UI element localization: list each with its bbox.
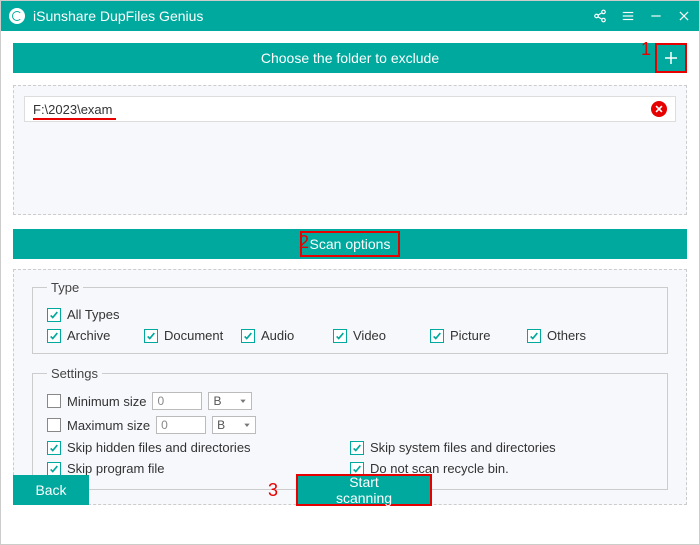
checkbox-others[interactable]: Others bbox=[527, 328, 624, 343]
annotation-3: 3 bbox=[268, 480, 278, 501]
checkbox-skip-program[interactable] bbox=[47, 462, 61, 476]
checkbox-video[interactable]: Video bbox=[333, 328, 430, 343]
folder-row: F:\2023\exam bbox=[24, 96, 676, 122]
bottom-bar: Back 3 Start scanning bbox=[13, 475, 687, 505]
close-icon[interactable] bbox=[677, 9, 691, 23]
checkbox-label: Document bbox=[164, 328, 223, 343]
checkbox-skip-system[interactable] bbox=[350, 441, 364, 455]
max-size-unit-select[interactable]: B bbox=[212, 416, 256, 434]
checkbox-label: Video bbox=[353, 328, 386, 343]
remove-folder-button[interactable] bbox=[651, 101, 667, 117]
start-scanning-button[interactable]: Start scanning bbox=[296, 474, 432, 506]
options-panel: Type All Types Archive Document bbox=[13, 269, 687, 505]
checkbox-audio[interactable]: Audio bbox=[241, 328, 333, 343]
checkbox-picture[interactable]: Picture bbox=[430, 328, 527, 343]
max-size-input[interactable] bbox=[156, 416, 206, 434]
type-fieldset: Type All Types Archive Document bbox=[32, 280, 668, 354]
checkbox-min-size[interactable] bbox=[47, 394, 61, 408]
checkbox-archive[interactable]: Archive bbox=[47, 328, 144, 343]
folder-exclude-list: F:\2023\exam bbox=[13, 85, 687, 215]
scan-options-bar: 2 Scan options bbox=[13, 229, 687, 259]
min-size-unit-select[interactable]: B bbox=[208, 392, 252, 410]
menu-icon[interactable] bbox=[621, 9, 635, 23]
checkbox-label: Picture bbox=[450, 328, 490, 343]
min-size-label: Minimum size bbox=[67, 394, 146, 409]
annotation-1: 1 bbox=[641, 39, 651, 60]
checkbox-label: Archive bbox=[67, 328, 110, 343]
app-title: iSunshare DupFiles Genius bbox=[33, 8, 203, 24]
folder-path: F:\2023\exam bbox=[33, 102, 113, 117]
checkbox-skip-hidden[interactable] bbox=[47, 441, 61, 455]
header-bar: Choose the folder to exclude 1 bbox=[13, 43, 687, 73]
scan-options-label: Scan options bbox=[300, 231, 401, 257]
add-folder-button[interactable] bbox=[655, 43, 687, 73]
settings-legend: Settings bbox=[47, 366, 102, 381]
checkbox-all-types[interactable]: All Types bbox=[47, 307, 144, 322]
annotation-2: 2 bbox=[299, 232, 309, 253]
share-icon[interactable] bbox=[593, 9, 607, 23]
minimize-icon[interactable] bbox=[649, 9, 663, 23]
settings-fieldset: Settings Minimum size B Maximum size B bbox=[32, 366, 668, 490]
checkbox-label: Others bbox=[547, 328, 586, 343]
skip-system-label: Skip system files and directories bbox=[370, 440, 556, 455]
max-size-label: Maximum size bbox=[67, 418, 150, 433]
skip-hidden-label: Skip hidden files and directories bbox=[67, 440, 251, 455]
title-bar: iSunshare DupFiles Genius bbox=[1, 1, 699, 31]
min-size-input[interactable] bbox=[152, 392, 202, 410]
header-text: Choose the folder to exclude bbox=[261, 50, 439, 66]
checkbox-label: Audio bbox=[261, 328, 294, 343]
checkbox-document[interactable]: Document bbox=[144, 328, 241, 343]
back-button[interactable]: Back bbox=[13, 475, 89, 505]
app-logo-icon bbox=[9, 8, 25, 24]
skip-program-label: Skip program file bbox=[67, 461, 165, 476]
type-legend: Type bbox=[47, 280, 83, 295]
checkbox-max-size[interactable] bbox=[47, 418, 61, 432]
checkbox-label: All Types bbox=[67, 307, 120, 322]
app-window: iSunshare DupFiles Genius Choose the fol… bbox=[0, 0, 700, 545]
